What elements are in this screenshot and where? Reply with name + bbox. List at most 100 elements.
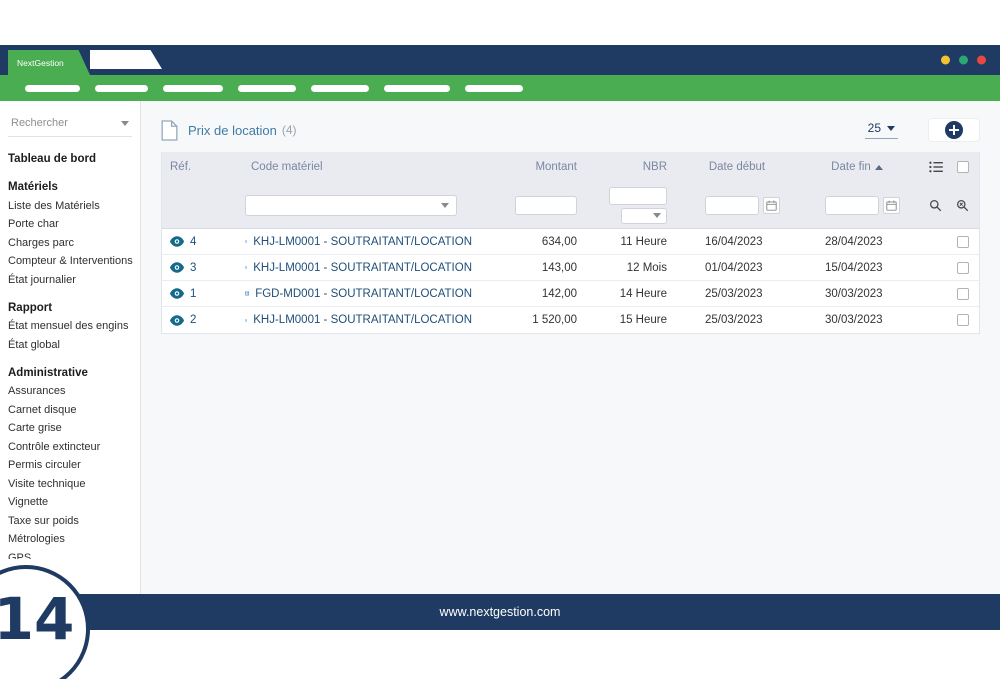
date-debut-filter-input[interactable] <box>705 196 759 215</box>
data-table: Réf. Code matériel Montant NBR Date débu… <box>161 152 980 334</box>
sidebar-item[interactable]: Vignette <box>8 496 132 508</box>
date-fin-filter-cell <box>797 196 917 215</box>
sidebar-item[interactable]: Liste des Matériels <box>8 200 132 212</box>
sidebar-item[interactable]: Compteur & Interventions <box>8 255 132 267</box>
nav-item-placeholder[interactable] <box>25 85 80 92</box>
montant-filter-input[interactable] <box>515 196 577 215</box>
montant-filter-cell <box>472 196 587 215</box>
sidebar-search-label: Rechercher <box>11 117 68 129</box>
col-header-date-fin[interactable]: Date fin <box>797 161 917 173</box>
main-nav <box>0 75 1000 101</box>
nbr-filter-cell <box>587 187 677 224</box>
sidebar-item[interactable]: Taxe sur poids <box>8 515 132 527</box>
row-montant: 143,00 <box>472 262 587 274</box>
sidebar-item[interactable]: Permis circuler <box>8 459 132 471</box>
row-code-link[interactable]: KHJ-LM0001 - SOUTRAITANT/LOCATION <box>237 236 472 248</box>
row-montant: 1 520,00 <box>472 314 587 326</box>
sidebar-section-rapport: Rapport État mensuel des engins État glo… <box>8 302 132 351</box>
sidebar-search-select[interactable]: Rechercher <box>8 115 132 137</box>
sidebar-section-materiels: Matériels Liste des Matériels Porte char… <box>8 181 132 286</box>
footer: www.nextgestion.com <box>0 594 1000 630</box>
sidebar-item[interactable]: Carnet disque <box>8 404 132 416</box>
yellow-dot[interactable] <box>941 56 950 65</box>
calendar-icon[interactable] <box>883 197 900 214</box>
window-dots <box>941 56 986 65</box>
sidebar-item[interactable]: Assurances <box>8 385 132 397</box>
row-date-fin: 30/03/2023 <box>797 288 917 300</box>
page-size-value: 25 <box>868 121 881 135</box>
sidebar-item[interactable]: État journalier <box>8 274 132 286</box>
main-content: Prix de location (4) 25 Réf. Code matéri… <box>141 101 1000 594</box>
code-filter-select[interactable] <box>245 195 457 216</box>
col-header-ref[interactable]: Réf. <box>162 161 237 173</box>
record-count: (4) <box>282 123 297 137</box>
row-ref-link[interactable]: 3 <box>162 262 237 274</box>
row-ref-link[interactable]: 1 <box>162 288 237 300</box>
row-date-fin: 28/04/2023 <box>797 236 917 248</box>
col-header-code[interactable]: Code matériel <box>237 161 472 173</box>
sidebar-item-clipped[interactable]: GPS <box>8 552 132 559</box>
external-link-icon <box>245 288 249 299</box>
app-window: NextGestion Rechercher Tableau de bord M… <box>0 45 1000 630</box>
nav-item-placeholder[interactable] <box>95 85 148 92</box>
list-view-icon[interactable] <box>929 161 943 173</box>
col-header-date-debut[interactable]: Date début <box>677 161 797 173</box>
sidebar-section-title: Administrative <box>8 367 132 379</box>
eye-icon <box>170 236 184 247</box>
nbr-filter-input[interactable] <box>609 187 667 205</box>
title-row: Prix de location (4) 25 <box>161 117 980 143</box>
col-header-nbr[interactable]: NBR <box>587 161 677 173</box>
top-bar: NextGestion <box>0 45 1000 75</box>
row-ref-link[interactable]: 4 <box>162 236 237 248</box>
sidebar-item[interactable]: Visite technique <box>8 478 132 490</box>
row-code-link[interactable]: KHJ-LM0001 - SOUTRAITANT/LOCATION <box>237 262 472 274</box>
sidebar-item[interactable]: Charges parc <box>8 237 132 249</box>
row-checkbox[interactable] <box>957 288 969 300</box>
eye-icon <box>170 262 184 273</box>
nav-item-placeholder[interactable] <box>163 85 223 92</box>
row-ref-link[interactable]: 2 <box>162 314 237 326</box>
nav-item-placeholder[interactable] <box>311 85 369 92</box>
sidebar-item-dashboard[interactable]: Tableau de bord <box>8 153 132 165</box>
clear-search-icon[interactable] <box>956 199 969 212</box>
chevron-down-icon <box>887 126 895 131</box>
sidebar-item[interactable]: Métrologies <box>8 533 132 545</box>
row-checkbox[interactable] <box>957 236 969 248</box>
row-nbr: 12 Mois <box>587 262 677 274</box>
external-link-icon <box>245 236 247 247</box>
sort-ascending-icon <box>875 165 883 170</box>
nav-item-placeholder[interactable] <box>238 85 296 92</box>
nav-item-placeholder[interactable] <box>384 85 450 92</box>
sidebar-item[interactable]: Carte grise <box>8 422 132 434</box>
sidebar-item[interactable]: Porte char <box>8 218 132 230</box>
chevron-down-icon <box>441 203 449 208</box>
nav-item-placeholder[interactable] <box>465 85 523 92</box>
red-dot[interactable] <box>977 56 986 65</box>
secondary-tab[interactable] <box>90 50 162 69</box>
brand-tab[interactable]: NextGestion <box>8 50 90 75</box>
footer-url[interactable]: www.nextgestion.com <box>440 605 561 619</box>
add-button[interactable] <box>928 118 980 142</box>
sidebar-item[interactable]: État mensuel des engins <box>8 320 132 332</box>
row-nbr: 11 Heure <box>587 236 677 248</box>
table-row: 3 KHJ-LM0001 - SOUTRAITANT/LOCATION 143,… <box>162 255 979 281</box>
row-code-link[interactable]: KHJ-LM0001 - SOUTRAITANT/LOCATION <box>237 314 472 326</box>
sidebar-item[interactable]: Contrôle extincteur <box>8 441 132 453</box>
teal-dot[interactable] <box>959 56 968 65</box>
row-code-link[interactable]: FGD-MD001 - SOUTRAITANT/LOCATION <box>237 288 472 300</box>
row-montant: 634,00 <box>472 236 587 248</box>
col-header-montant[interactable]: Montant <box>472 161 587 173</box>
date-fin-filter-input[interactable] <box>825 196 879 215</box>
row-date-fin: 15/04/2023 <box>797 262 917 274</box>
row-date-debut: 25/03/2023 <box>677 314 797 326</box>
select-all-checkbox[interactable] <box>957 161 969 173</box>
row-checkbox[interactable] <box>957 262 969 274</box>
row-checkbox[interactable] <box>957 314 969 326</box>
sidebar-item[interactable]: État global <box>8 339 132 351</box>
search-icon[interactable] <box>929 199 942 212</box>
nbr-unit-filter-select[interactable] <box>621 208 667 224</box>
filter-actions-cell <box>917 199 979 212</box>
row-montant: 142,00 <box>472 288 587 300</box>
page-size-select[interactable]: 25 <box>865 121 898 139</box>
calendar-icon[interactable] <box>763 197 780 214</box>
